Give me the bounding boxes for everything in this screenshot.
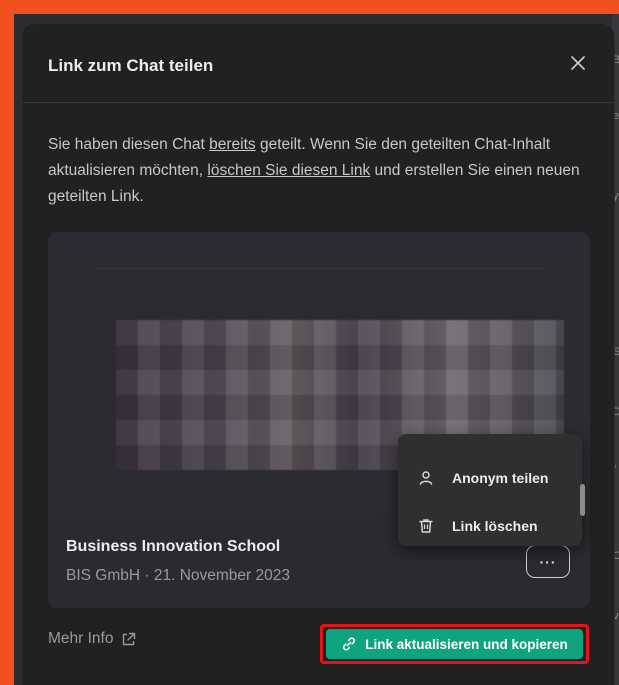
trash-icon (416, 516, 436, 536)
annotation-frame-top (0, 0, 619, 14)
dialog-header: Link zum Chat teilen (22, 24, 614, 103)
update-and-copy-link-button[interactable]: Link aktualisieren und kopieren (326, 629, 583, 659)
annotation-frame-left (0, 0, 14, 685)
share-dialog: Link zum Chat teilen Sie haben diesen Ch… (22, 24, 614, 685)
delete-link-link[interactable]: löschen Sie diesen Link (207, 162, 370, 179)
external-link-icon (121, 632, 136, 647)
description-text: Sie haben diesen Chat (48, 136, 210, 153)
dialog-description: Sie haben diesen Chat bereits geteilt. W… (48, 132, 593, 210)
menu-item-share-anonymous[interactable]: Anonym teilen (398, 454, 570, 502)
preview-divider (96, 268, 546, 269)
more-info-link[interactable]: Mehr Info (48, 630, 136, 648)
menu-item-label: Link löschen (452, 518, 538, 534)
menu-scrollbar[interactable] (580, 484, 585, 516)
already-link[interactable]: bereits (209, 136, 256, 153)
more-options-icon: ··· (539, 553, 557, 570)
more-info-label: Mehr Info (48, 630, 114, 647)
menu-item-label: Anonym teilen (452, 470, 549, 486)
close-button[interactable] (567, 52, 589, 74)
link-icon (341, 636, 357, 652)
dialog-title: Link zum Chat teilen (48, 56, 214, 75)
close-icon (571, 56, 585, 70)
cta-label: Link aktualisieren und kopieren (365, 636, 568, 652)
user-icon (416, 468, 436, 488)
share-owner-name: Business Innovation School (66, 538, 281, 555)
options-menu: Anonym teilen Link löschen (398, 434, 585, 546)
share-preview-card: Business Innovation School BIS GmbH · 21… (48, 232, 590, 608)
menu-item-delete-link[interactable]: Link löschen (398, 502, 570, 550)
share-meta: BIS GmbH · 21. November 2023 (66, 567, 290, 584)
